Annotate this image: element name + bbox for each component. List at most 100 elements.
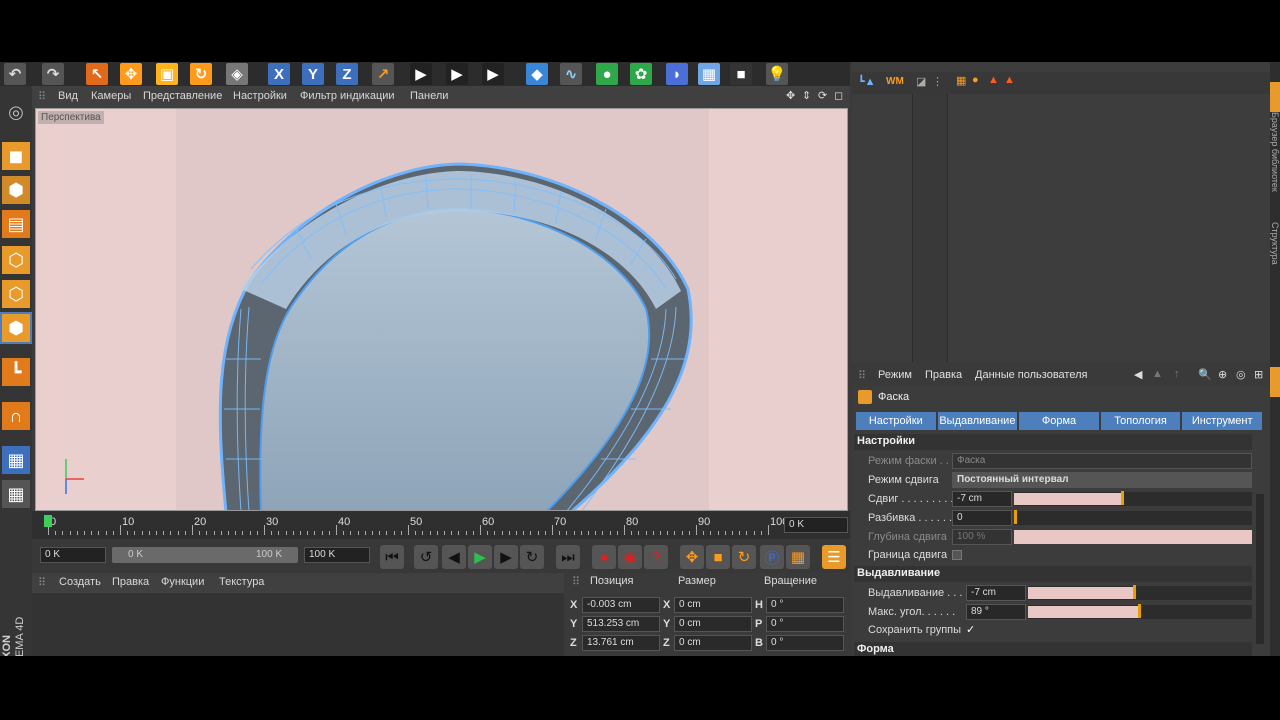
locked-workplane-icon[interactable]: ▦ [2,446,30,474]
max-angle-field[interactable]: 89 ° [966,604,1026,620]
pos-z-field[interactable]: 13.761 cm [582,635,660,651]
menu-edit[interactable]: Правка [925,369,962,381]
render-settings-icon[interactable]: ▶ [482,63,504,85]
auto-key-icon[interactable]: ◉ [618,545,642,569]
planar-workplane-icon[interactable]: ▦ [2,480,30,508]
axis-mode-icon[interactable]: ┗ [2,358,30,386]
tab-structure[interactable]: Структура [1270,222,1280,265]
frame-range-slider[interactable]: 0 K 100 K [112,547,298,563]
camera-icon[interactable]: ■ [730,63,752,85]
x-axis-lock-icon[interactable]: X [268,63,290,85]
playhead[interactable] [44,515,52,527]
record-keys-icon[interactable]: ● [592,545,616,569]
settings-icon[interactable]: ◎ [1236,368,1246,381]
timeline[interactable]: 0 10 20 30 40 50 60 70 80 90 100 0 K [32,511,850,539]
offset-field[interactable]: -7 cm [952,491,1012,507]
forward-arrow-icon[interactable]: ▲ [1152,368,1163,380]
offset-mode-select[interactable]: Постоянный интервал [952,472,1252,488]
keep-groups-checkbox[interactable]: ✓ [966,623,975,636]
menu-view[interactable]: Вид [58,90,78,102]
menu-options[interactable]: Настройки [233,90,287,102]
end-frame-field[interactable]: 100 K [304,547,370,563]
pan-icon[interactable]: ✥ [786,89,795,102]
lock-icon[interactable]: ⊕ [1218,368,1227,381]
subdivision-icon[interactable]: ● [596,63,618,85]
y-axis-lock-icon[interactable]: Y [302,63,324,85]
back-arrow-icon[interactable]: ◀ [1134,368,1142,381]
texture-mode-icon[interactable]: ⬢ [2,176,30,204]
warning-tag-icon[interactable]: ▲ [988,74,999,86]
offset-slider[interactable] [1014,491,1252,506]
max-angle-slider-handle[interactable] [1138,604,1141,618]
menu-mode[interactable]: Режим [878,369,912,381]
prev-key-icon[interactable]: ↺ [414,545,438,569]
undo-icon[interactable]: ↶ [4,63,26,85]
edges-mode-icon[interactable]: ⬡ [2,280,30,308]
start-frame-field[interactable]: 0 K [40,547,106,563]
key-scale-icon[interactable]: ■ [706,545,730,569]
visibility-icon[interactable]: ◪ [916,75,926,88]
coordinate-system-icon[interactable]: ↗ [372,63,394,85]
make-editable-icon[interactable]: ◎ [2,98,30,126]
object-row[interactable]: ┗▲ WM ◪ ⋮ ▦ ● ▲ ▲ [852,72,1270,94]
tab-library-browser[interactable]: Браузер библиотек [1270,112,1280,192]
new-panel-icon[interactable]: ⊞ [1254,368,1263,381]
up-arrow-icon[interactable]: ↑ [1174,368,1180,380]
spline-icon[interactable]: ∿ [560,63,582,85]
recent-object-icon[interactable]: ◈ [226,63,248,85]
light-icon[interactable]: 💡 [766,63,788,85]
goto-start-icon[interactable]: ⏮ [380,545,404,569]
tab-topology[interactable]: Топология [1100,412,1181,430]
key-rotation-icon[interactable]: ↻ [732,545,756,569]
border-checkbox[interactable] [952,550,962,560]
extrude-field[interactable]: -7 cm [966,585,1026,601]
pos-x-field[interactable]: -0.003 cm [582,597,660,613]
search-icon[interactable]: 🔍 [1198,368,1212,381]
deformer-icon[interactable]: ◗ [666,63,688,85]
orbit-icon[interactable]: ⟳ [818,89,827,102]
subdivision-field[interactable]: 0 [952,510,1012,526]
tab-tool[interactable]: Инструмент [1182,412,1262,430]
timeline-menu-icon[interactable]: ☰ [822,545,846,569]
points-mode-icon[interactable]: ⬡ [2,246,30,274]
move-tool-icon[interactable]: ✥ [120,63,142,85]
subdivision-slider-handle[interactable] [1014,510,1017,524]
key-help-icon[interactable]: ? [644,545,668,569]
menu-create[interactable]: Создать [59,576,101,588]
section-extrusion[interactable]: Выдавливание [854,566,1252,582]
snap-icon[interactable]: ∩ [2,402,30,430]
extrude-slider-handle[interactable] [1133,585,1136,599]
menu-panels[interactable]: Панели [410,90,448,102]
offset-slider-handle[interactable] [1121,491,1124,505]
polygons-mode-icon[interactable]: ⬢ [0,312,32,344]
menu-edit[interactable]: Правка [112,576,149,588]
workplane-icon[interactable]: ▤ [2,210,30,238]
z-axis-lock-icon[interactable]: Z [336,63,358,85]
scale-tool-icon[interactable]: ▣ [156,63,178,85]
checker-tag-icon[interactable]: ▦ [956,74,966,87]
rotate-tool-icon[interactable]: ↻ [190,63,212,85]
dolly-icon[interactable]: ⇕ [802,89,811,102]
timeline-ruler[interactable]: 0 10 20 30 40 50 60 70 80 90 100 [40,511,788,539]
pos-y-field[interactable]: 513.253 cm [582,616,660,632]
key-pla-icon[interactable]: ▦ [786,545,810,569]
tab-shape[interactable]: Форма [1019,412,1099,430]
maximize-view-icon[interactable]: ◻ [834,89,843,102]
perspective-viewport[interactable]: Перспектива [35,108,848,511]
tab-extrusion[interactable]: Выдавливание [937,412,1018,430]
size-x-field[interactable]: 0 cm [674,597,752,613]
section-shape[interactable]: Форма [854,642,1252,656]
prev-frame-icon[interactable]: ◀ [442,545,466,569]
extrude-slider[interactable] [1028,585,1252,600]
render-picture-icon[interactable]: ▶ [446,63,468,85]
select-tool-icon[interactable]: ↖ [86,63,108,85]
rot-p-field[interactable]: 0 ° [766,616,844,632]
rot-h-field[interactable]: 0 ° [766,597,844,613]
redo-icon[interactable]: ↷ [42,63,64,85]
key-parameter-icon[interactable]: Ⓟ [760,545,784,569]
subdivision-slider[interactable] [1014,510,1252,525]
phong-tag-icon[interactable]: ● [972,74,979,86]
render-view-icon[interactable]: ▶ [410,63,432,85]
menu-cameras[interactable]: Камеры [91,90,131,102]
menu-user-data[interactable]: Данные пользователя [975,369,1087,381]
